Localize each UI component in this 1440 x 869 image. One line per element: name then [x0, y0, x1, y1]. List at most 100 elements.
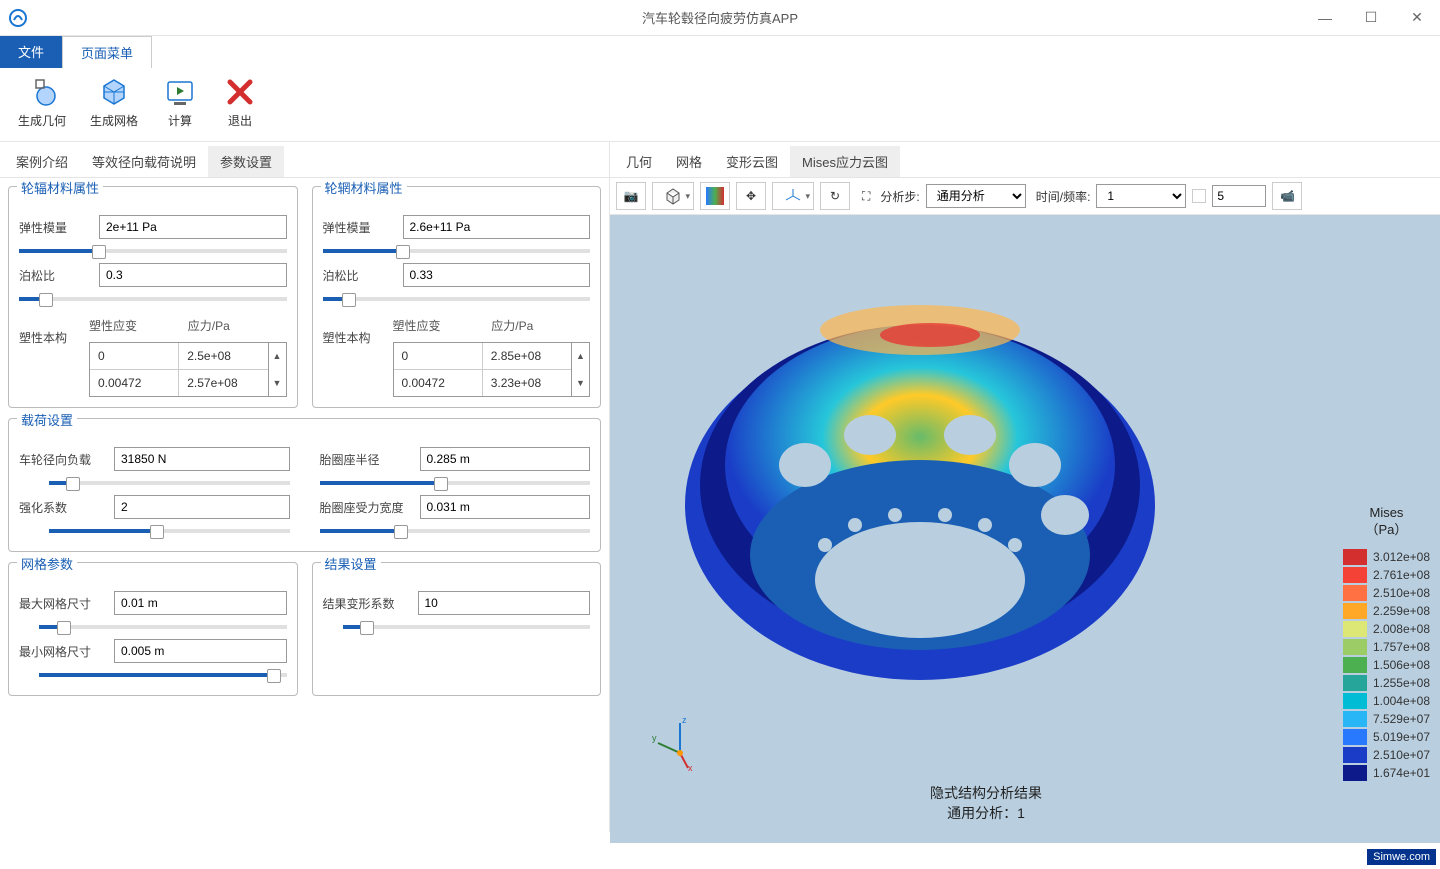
- table-cell[interactable]: 2.85e+08: [483, 343, 571, 369]
- minimize-button[interactable]: —: [1302, 0, 1348, 36]
- deform-scale-input[interactable]: [418, 591, 591, 615]
- poisson-slider[interactable]: [323, 297, 591, 301]
- poisson-input[interactable]: [99, 263, 287, 287]
- table-cell[interactable]: 0: [394, 343, 483, 369]
- panel-title: 载荷设置: [17, 410, 77, 429]
- legend-value: 3.012e+08: [1373, 550, 1430, 564]
- ribbon-label: 退出: [228, 112, 252, 129]
- strength-label: 强化系数: [19, 499, 114, 516]
- toggle-icon[interactable]: [1192, 189, 1206, 203]
- table-cell[interactable]: 0.00472: [394, 370, 483, 396]
- legend-row: 2.510e+08: [1343, 585, 1430, 601]
- legend-value: 1.255e+08: [1373, 676, 1430, 690]
- radial-load-label: 车轮径向负载: [19, 451, 114, 468]
- bead-width-label: 胎圈座受力宽度: [320, 499, 420, 516]
- table-cell[interactable]: 2.5e+08: [179, 343, 267, 369]
- poisson-input[interactable]: [403, 263, 591, 287]
- deform-scale-label: 结果变形系数: [323, 595, 418, 612]
- tab-param-settings[interactable]: 参数设置: [208, 146, 284, 177]
- radial-load-input[interactable]: [114, 447, 290, 471]
- tab-geometry[interactable]: 几何: [614, 146, 664, 177]
- close-button[interactable]: ✕: [1394, 0, 1440, 36]
- strength-slider[interactable]: [49, 529, 290, 533]
- legend-value: 7.529e+07: [1373, 712, 1430, 726]
- bead-width-input[interactable]: [420, 495, 591, 519]
- col-stress: 应力/Pa: [491, 317, 590, 334]
- contour-icon: [706, 187, 724, 205]
- mesh-icon: [96, 74, 132, 110]
- fit-view-button[interactable]: ✥: [736, 182, 766, 210]
- camera-view-button[interactable]: 📹: [1272, 182, 1302, 210]
- table-scrollbar[interactable]: ▲▼: [269, 342, 287, 397]
- legend-value: 1.506e+08: [1373, 658, 1430, 672]
- camera-icon: 📷: [624, 189, 639, 203]
- ribbon-toolbar: 生成几何 生成网格 计算 退出: [0, 68, 1440, 142]
- panel-title: 轮辐材料属性: [17, 178, 103, 197]
- exit-button[interactable]: 退出: [210, 72, 270, 131]
- file-menu[interactable]: 文件: [0, 36, 62, 68]
- strength-input[interactable]: [114, 495, 290, 519]
- spin-input[interactable]: [1212, 185, 1266, 207]
- plastic-table: 02.5e+08 0.004722.57e+08: [89, 342, 269, 397]
- maximize-button[interactable]: ☐: [1348, 0, 1394, 36]
- elastic-slider[interactable]: [323, 249, 591, 253]
- col-stress: 应力/Pa: [188, 317, 287, 334]
- page-menu[interactable]: 页面菜单: [62, 36, 152, 68]
- min-mesh-slider[interactable]: [39, 673, 287, 677]
- generate-mesh-button[interactable]: 生成网格: [78, 72, 150, 131]
- analysis-caption: 隐式结构分析结果 通用分析：1: [930, 783, 1042, 823]
- tab-case-intro[interactable]: 案例介绍: [4, 146, 80, 177]
- col-strain: 塑性应变: [89, 317, 188, 334]
- radius-slider[interactable]: [320, 481, 591, 485]
- bead-radius-input[interactable]: [420, 447, 591, 471]
- ribbon-label: 生成网格: [90, 112, 138, 129]
- elastic-slider[interactable]: [19, 249, 287, 253]
- min-mesh-input[interactable]: [114, 639, 287, 663]
- mesh-panel: 网格参数 最大网格尺寸 最小网格尺寸: [8, 562, 298, 696]
- table-scrollbar[interactable]: ▲▼: [572, 342, 590, 397]
- exit-icon: [222, 74, 258, 110]
- width-slider[interactable]: [320, 529, 591, 533]
- tab-load-desc[interactable]: 等效径向载荷说明: [80, 146, 208, 177]
- table-cell[interactable]: 2.57e+08: [179, 370, 267, 396]
- tab-mesh[interactable]: 网格: [664, 146, 714, 177]
- step-select[interactable]: 通用分析: [926, 184, 1026, 208]
- video-icon: 📹: [1280, 189, 1295, 203]
- view-cube-button[interactable]: [652, 182, 694, 210]
- time-select[interactable]: 1: [1096, 184, 1186, 208]
- ribbon-label: 计算: [168, 112, 192, 129]
- refresh-button[interactable]: ↻: [820, 182, 850, 210]
- legend-value: 2.510e+08: [1373, 586, 1430, 600]
- legend-color-swatch: [1343, 567, 1367, 583]
- snapshot-button[interactable]: 📷: [616, 182, 646, 210]
- table-cell[interactable]: 3.23e+08: [483, 370, 571, 396]
- scale-slider[interactable]: [343, 625, 591, 629]
- tab-deform[interactable]: 变形云图: [714, 146, 790, 177]
- poisson-slider[interactable]: [19, 297, 287, 301]
- table-cell[interactable]: 0: [90, 343, 179, 369]
- elastic-modulus-input[interactable]: [99, 215, 287, 239]
- 3d-viewer[interactable]: z y x 隐式结构分析结果 通用分析：1 Mises （Pa） 3.012e+…: [610, 215, 1440, 843]
- legend-color-swatch: [1343, 711, 1367, 727]
- calculate-button[interactable]: 计算: [150, 72, 210, 131]
- legend-value: 1.674e+01: [1373, 766, 1430, 780]
- axis-button[interactable]: [772, 182, 814, 210]
- elastic-modulus-input[interactable]: [403, 215, 591, 239]
- max-mesh-input[interactable]: [114, 591, 287, 615]
- table-cell[interactable]: 0.00472: [90, 370, 179, 396]
- legend-value: 5.019e+07: [1373, 730, 1430, 744]
- calculate-icon: [162, 74, 198, 110]
- generate-geometry-button[interactable]: 生成几何: [6, 72, 78, 131]
- elastic-label: 弹性模量: [19, 219, 99, 236]
- legend-color-swatch: [1343, 765, 1367, 781]
- legend-row: 5.019e+07: [1343, 729, 1430, 745]
- max-mesh-slider[interactable]: [39, 625, 287, 629]
- ribbon-label: 生成几何: [18, 112, 66, 129]
- tab-mises[interactable]: Mises应力云图: [790, 146, 900, 177]
- legend-color-swatch: [1343, 657, 1367, 673]
- time-label: 时间/频率:: [1036, 188, 1091, 205]
- wheel-render: [670, 245, 1170, 745]
- axis-triad-icon: z y x: [650, 713, 710, 773]
- radial-slider[interactable]: [49, 481, 290, 485]
- contour-button[interactable]: [700, 182, 730, 210]
